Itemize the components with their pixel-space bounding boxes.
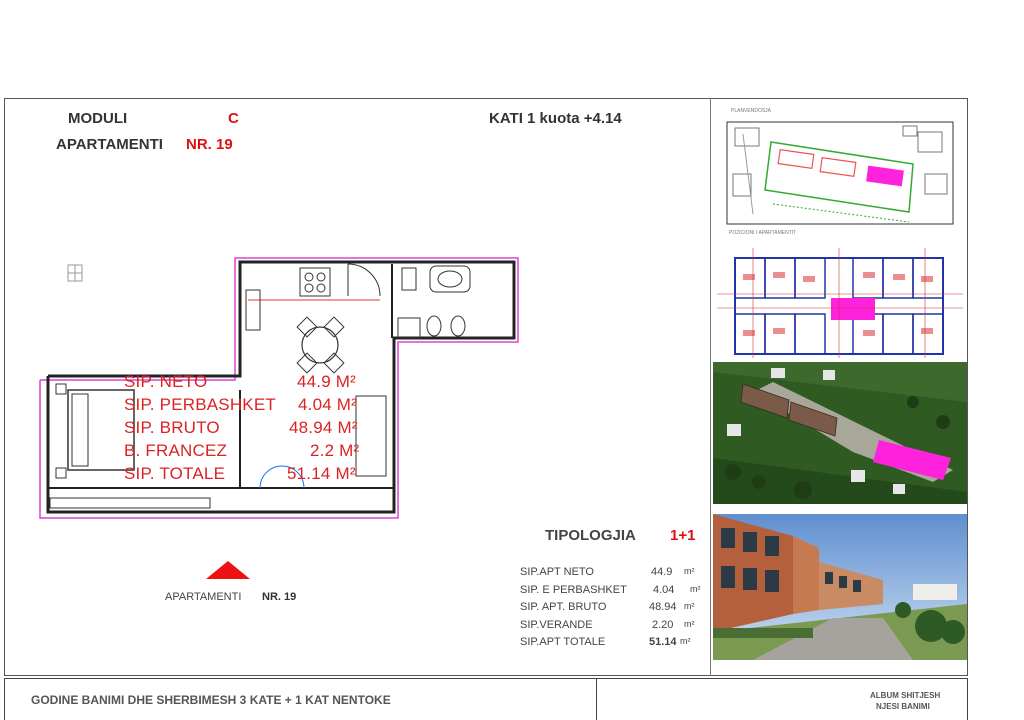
table-row-unit: m²: [684, 601, 695, 611]
table-row-label: SIP. APT. BRUTO: [520, 601, 607, 613]
table-row: SIP. E PERBASHKET 4.04 m²: [520, 584, 710, 602]
area-value-totale: 51.14 M²: [287, 464, 356, 483]
table-row-label: SIP.APT NETO: [520, 566, 594, 578]
table-row-unit: m²: [684, 618, 695, 629]
area-value-neto: 44.9 M²: [297, 372, 357, 391]
table-row-unit: m²: [684, 566, 695, 576]
floor-overview-thumbnail: [713, 244, 967, 360]
caption-label: APARTAMENTI: [165, 591, 242, 603]
apartamenti-label: APARTAMENTI: [56, 136, 163, 153]
table-row-value: 48.94: [649, 601, 677, 613]
caption-value: NR. 19: [262, 591, 297, 603]
table-row-value: 4.04: [653, 583, 675, 596]
area-value-perbashket: 4.04 M²: [298, 395, 358, 414]
area-table: SIP.APT NETO 44.9 m² SIP. E PERBASHKET 4…: [520, 566, 710, 654]
tipologjia-value: 1+1: [670, 527, 696, 544]
floor-level: KATI 1 kuota +4.14: [489, 110, 622, 127]
street-render-image: [713, 514, 967, 660]
table-row-label: SIP.APT TOTALE: [520, 636, 606, 648]
street-render-thumbnail: [713, 514, 967, 660]
table-row-unit: m²: [680, 636, 691, 646]
aerial-render-thumbnail: [713, 362, 967, 504]
area-label-francez: B. FRANCEZ: [124, 441, 228, 460]
area-label-perbashket: SIP. PERBASHKET: [124, 395, 276, 414]
site-plan-thumbnail: PLANVENDOSJA POZICIONI I APARTAMENTIT: [713, 104, 967, 238]
site-plan-drawing: [726, 121, 954, 225]
table-row: SIP. APT. BRUTO 48.94 m²: [520, 601, 710, 619]
table-row-value: 51.14: [649, 636, 677, 648]
area-value-francez: 2.2 M²: [310, 441, 360, 460]
position-marker-icon: [206, 561, 250, 579]
aerial-render-image: [713, 362, 967, 504]
sheet-divider: [710, 98, 711, 676]
table-row-label: SIP. E PERBASHKET: [520, 583, 627, 596]
area-label-totale: SIP. TOTALE: [124, 464, 226, 483]
floor-overview-drawing: [717, 248, 963, 358]
area-label-bruto: SIP. BRUTO: [124, 418, 220, 437]
album-subtitle: NJESI BANIMI: [876, 702, 930, 711]
table-row: SIP.APT NETO 44.9 m²: [520, 566, 710, 584]
project-title: GODINE BANIMI DHE SHERBIMESH 3 KATE + 1 …: [31, 693, 391, 707]
site-plan-label: PLANVENDOSJA: [731, 108, 772, 114]
album-title: ALBUM SHITJESH: [870, 691, 941, 700]
tipologjia-label: TIPOLOGJIA: [545, 527, 636, 544]
apartamenti-value: NR. 19: [186, 136, 233, 153]
moduli-label: MODULI: [68, 110, 128, 127]
area-value-bruto: 48.94 M²: [289, 418, 358, 437]
title-block-divider: [596, 678, 597, 720]
table-row: SIP.VERANDE 2.20 m²: [520, 619, 710, 637]
table-row: SIP.APT TOTALE 51.14 m²: [520, 636, 710, 654]
moduli-value: C: [228, 110, 239, 127]
table-row-unit: m²: [690, 583, 701, 594]
drawing-symbol-icon: [67, 264, 83, 282]
floor-plan: [39, 257, 519, 519]
table-row-label: SIP.VERANDE: [520, 618, 593, 631]
position-label: POZICIONI I APARTAMENTIT: [729, 230, 797, 236]
table-row-value: 2.20: [652, 618, 674, 631]
table-row-value: 44.9: [651, 566, 673, 578]
area-label-neto: SIP. NETO: [124, 372, 208, 391]
